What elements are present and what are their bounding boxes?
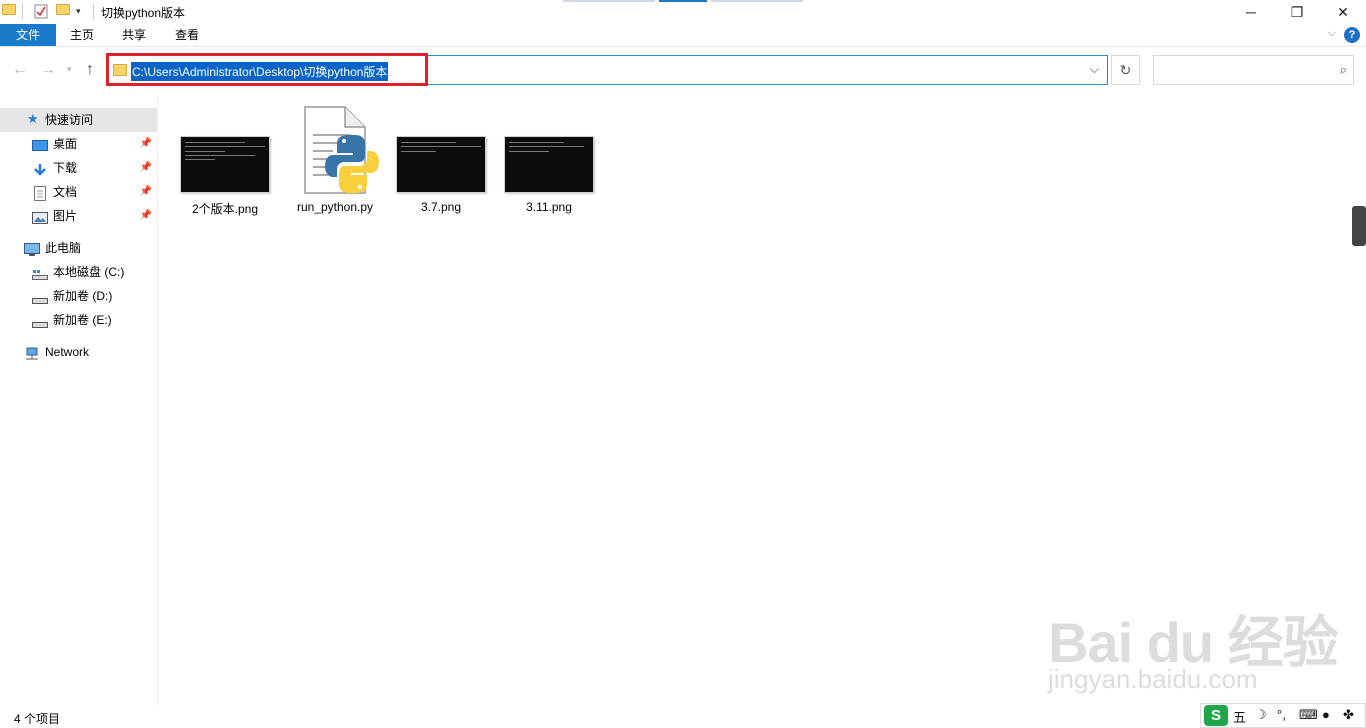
ribbon-tabs: 文件 主页 共享 查看 ⌵ ? bbox=[0, 24, 1366, 47]
pin-icon[interactable]: 📌 bbox=[140, 204, 152, 228]
divider bbox=[22, 3, 23, 19]
sidebar-item-label: 图片 bbox=[53, 209, 78, 223]
sidebar-item-label: 本地磁盘 (C:) bbox=[53, 265, 125, 279]
item-count: 4 个项目 bbox=[14, 712, 61, 726]
sidebar-item-this-pc[interactable]: 此电脑 bbox=[0, 236, 157, 260]
watermark-url: jingyan.baidu.com bbox=[1048, 664, 1258, 694]
maximize-button[interactable]: ❐ bbox=[1274, 0, 1320, 24]
sidebar-item-desktop[interactable]: 桌面 📌 bbox=[0, 132, 157, 156]
moon-icon[interactable]: ☽ bbox=[1255, 707, 1267, 723]
ime-toolbar: S 五 ☽ °, ⌨ ● ✤ bbox=[1200, 703, 1366, 728]
sidebar-item-label: Network bbox=[45, 345, 90, 359]
pin-icon[interactable]: 📌 bbox=[140, 132, 152, 156]
document-icon bbox=[33, 185, 47, 201]
properties-icon[interactable] bbox=[34, 4, 48, 19]
taskbar-strip bbox=[563, 0, 655, 2]
pin-icon[interactable]: 📌 bbox=[140, 180, 152, 204]
taskbar-strip-active bbox=[659, 0, 707, 2]
sidebar-item-drive-e[interactable]: 新加卷 (E:) bbox=[0, 308, 157, 332]
file-name: run_python.py bbox=[296, 200, 374, 214]
help-icon[interactable]: ? bbox=[1344, 27, 1360, 43]
divider bbox=[93, 3, 94, 19]
window-title: 切换python版本 bbox=[101, 6, 186, 20]
image-thumbnail bbox=[504, 136, 594, 193]
sidebar-item-drive-c[interactable]: 本地磁盘 (C:) bbox=[0, 260, 157, 284]
close-button[interactable]: ✕ bbox=[1320, 0, 1366, 24]
python-file-icon bbox=[304, 106, 379, 194]
sidebar-item-pictures[interactable]: 图片 📌 bbox=[0, 204, 157, 228]
network-icon bbox=[24, 345, 38, 360]
sidebar-item-label: 桌面 bbox=[53, 137, 78, 151]
drive-icon bbox=[32, 289, 48, 304]
image-thumbnail bbox=[180, 136, 270, 193]
download-icon bbox=[32, 161, 46, 176]
navigation-pane: ★ 快速访问 桌面 📌 下载 📌 文档 📌 图片 📌 此电脑 本地磁盘 (C:)… bbox=[0, 94, 158, 706]
apps-icon[interactable]: ✤ bbox=[1343, 707, 1354, 723]
sidebar-item-label: 新加卷 (E:) bbox=[53, 313, 112, 327]
computer-icon bbox=[24, 241, 40, 256]
taskbar-strip bbox=[711, 0, 803, 2]
sidebar-item-downloads[interactable]: 下载 📌 bbox=[0, 156, 157, 180]
folder-icon bbox=[2, 4, 16, 18]
back-arrow-icon[interactable]: ← bbox=[12, 61, 28, 79]
sidebar-item-quick-access[interactable]: ★ 快速访问 bbox=[0, 108, 157, 132]
chevron-down-icon[interactable]: ⌵ bbox=[1090, 62, 1099, 77]
sidebar-item-label: 文档 bbox=[53, 185, 78, 199]
refresh-icon: ↻ bbox=[1119, 62, 1132, 78]
tab-home[interactable]: 主页 bbox=[62, 24, 102, 46]
tab-file[interactable]: 文件 bbox=[0, 24, 56, 46]
navigation-bar: ← → ▾ ↑ C:\Users\Administrator\Desktop\切… bbox=[0, 47, 1366, 94]
sogou-logo-icon[interactable]: S bbox=[1204, 705, 1228, 726]
up-arrow-icon[interactable]: ↑ bbox=[86, 61, 94, 79]
search-input[interactable]: ⌕ bbox=[1153, 55, 1354, 85]
refresh-button[interactable]: ↻ bbox=[1111, 55, 1140, 85]
drive-icon bbox=[32, 313, 48, 328]
tab-view[interactable]: 查看 bbox=[167, 24, 207, 46]
sidebar-item-network[interactable]: Network bbox=[0, 340, 157, 364]
input-mode[interactable]: 五 bbox=[1233, 707, 1246, 726]
forward-arrow-icon[interactable]: → bbox=[40, 61, 56, 79]
pictures-icon bbox=[32, 209, 48, 224]
address-highlight-box bbox=[106, 53, 428, 86]
drive-icon bbox=[32, 265, 48, 280]
sidebar-item-label: 此电脑 bbox=[45, 241, 82, 255]
scrollbar-thumb[interactable] bbox=[1352, 206, 1366, 246]
tab-share[interactable]: 共享 bbox=[114, 24, 154, 46]
recent-locations-icon[interactable]: ▾ bbox=[67, 64, 72, 75]
search-icon: ⌕ bbox=[1339, 62, 1347, 77]
sidebar-item-label: 新加卷 (D:) bbox=[53, 289, 113, 303]
customize-toolbar-icon[interactable]: ▾ bbox=[76, 6, 81, 17]
pin-icon[interactable]: 📌 bbox=[140, 156, 152, 180]
file-name: 3.7.png bbox=[420, 200, 462, 214]
new-folder-icon[interactable] bbox=[56, 4, 70, 18]
punctuation-icon[interactable]: °, bbox=[1277, 707, 1286, 722]
sidebar-item-documents[interactable]: 文档 📌 bbox=[0, 180, 157, 204]
sidebar-item-label: 快速访问 bbox=[45, 113, 94, 127]
sidebar-item-label: 下载 bbox=[53, 161, 78, 175]
star-icon: ★ bbox=[27, 111, 39, 126]
chevron-down-icon[interactable]: ⌵ bbox=[1328, 27, 1336, 40]
file-name: 2个版本.png bbox=[191, 202, 259, 216]
user-icon[interactable]: ● bbox=[1322, 707, 1330, 722]
sidebar-item-drive-d[interactable]: 新加卷 (D:) bbox=[0, 284, 157, 308]
image-thumbnail bbox=[396, 136, 486, 193]
keyboard-icon[interactable]: ⌨ bbox=[1299, 707, 1318, 723]
minimize-button[interactable]: ─ bbox=[1228, 0, 1274, 24]
desktop-icon bbox=[32, 137, 48, 151]
title-bar: ▾ 切换python版本 ─ ❐ ✕ bbox=[0, 0, 1366, 24]
status-bar: 4 个项目 bbox=[0, 706, 1366, 728]
file-name: 3.11.png bbox=[526, 200, 572, 214]
baidu-jingyan-watermark: Bai du 经验 jingyan.baidu.com bbox=[1040, 598, 1340, 698]
